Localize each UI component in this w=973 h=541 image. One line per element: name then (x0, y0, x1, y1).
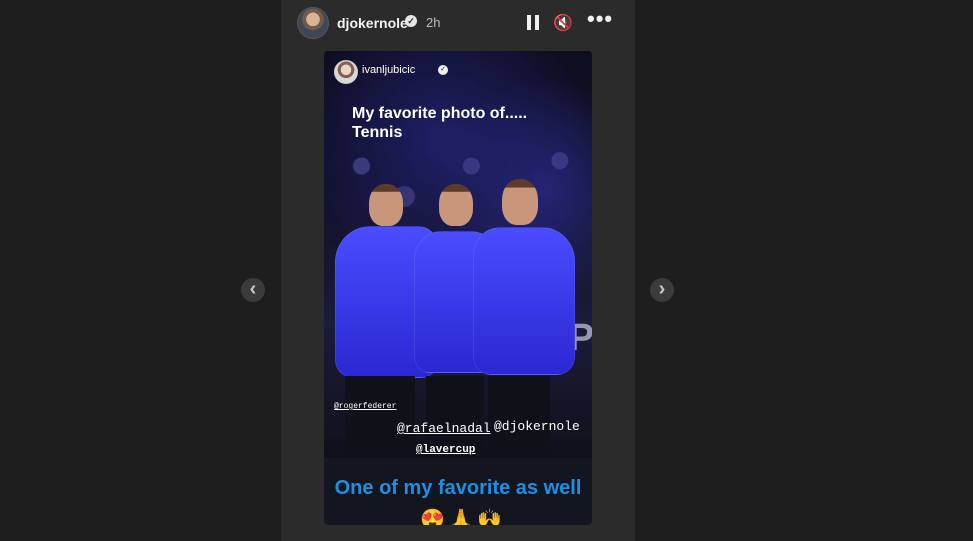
story-image: CUP ivanljubicic ✓ My favorite photo of.… (324, 51, 592, 458)
avatar[interactable] (297, 7, 329, 39)
username[interactable]: djokernole (337, 15, 408, 31)
previous-story-button[interactable]: ‹ (241, 278, 265, 302)
next-story-button[interactable]: › (650, 278, 674, 302)
emoji-row: 😍 🙏 🙌 (420, 509, 502, 525)
verified-icon: ✓ (405, 15, 417, 27)
player-legs (488, 376, 550, 458)
embedded-story-user: ivanljubicic ✓ (334, 60, 572, 84)
mention-tag[interactable]: @lavercup (416, 444, 475, 456)
player-head (369, 184, 403, 226)
player-legs (345, 376, 415, 458)
story-caption: My favorite photo of..... Tennis (352, 105, 528, 141)
player-right (473, 179, 575, 458)
player-head (439, 184, 473, 226)
mention-tag[interactable]: @djokernole (494, 419, 580, 434)
pause-button[interactable] (523, 13, 545, 33)
folded-hands-emoji: 🙏 (448, 509, 474, 525)
mention-tag[interactable]: @rogerfederer (334, 402, 396, 411)
story-viewer: djokernole ✓ 2h 🔇 ••• CUP ivanljubicic ✓… (281, 0, 635, 541)
timestamp: 2h (426, 15, 441, 30)
player-jacket (473, 227, 575, 375)
embedded-username: ivanljubicic (362, 64, 416, 76)
story-header: djokernole ✓ 2h 🔇 ••• (281, 0, 635, 46)
reply-text: One of my favorite as well (334, 477, 582, 499)
more-options-button[interactable]: ••• (587, 8, 612, 33)
raised-hands-emoji: 🙌 (477, 509, 502, 525)
heart-eyes-emoji: 😍 (420, 509, 445, 525)
story-frame: CUP ivanljubicic ✓ My favorite photo of.… (324, 51, 592, 525)
mention-tag[interactable]: @rafaelnadal (397, 421, 491, 436)
embedded-avatar (334, 60, 358, 84)
embedded-verified-icon: ✓ (438, 65, 448, 75)
player-head (502, 179, 538, 225)
mute-button[interactable]: 🔇 (553, 13, 575, 33)
